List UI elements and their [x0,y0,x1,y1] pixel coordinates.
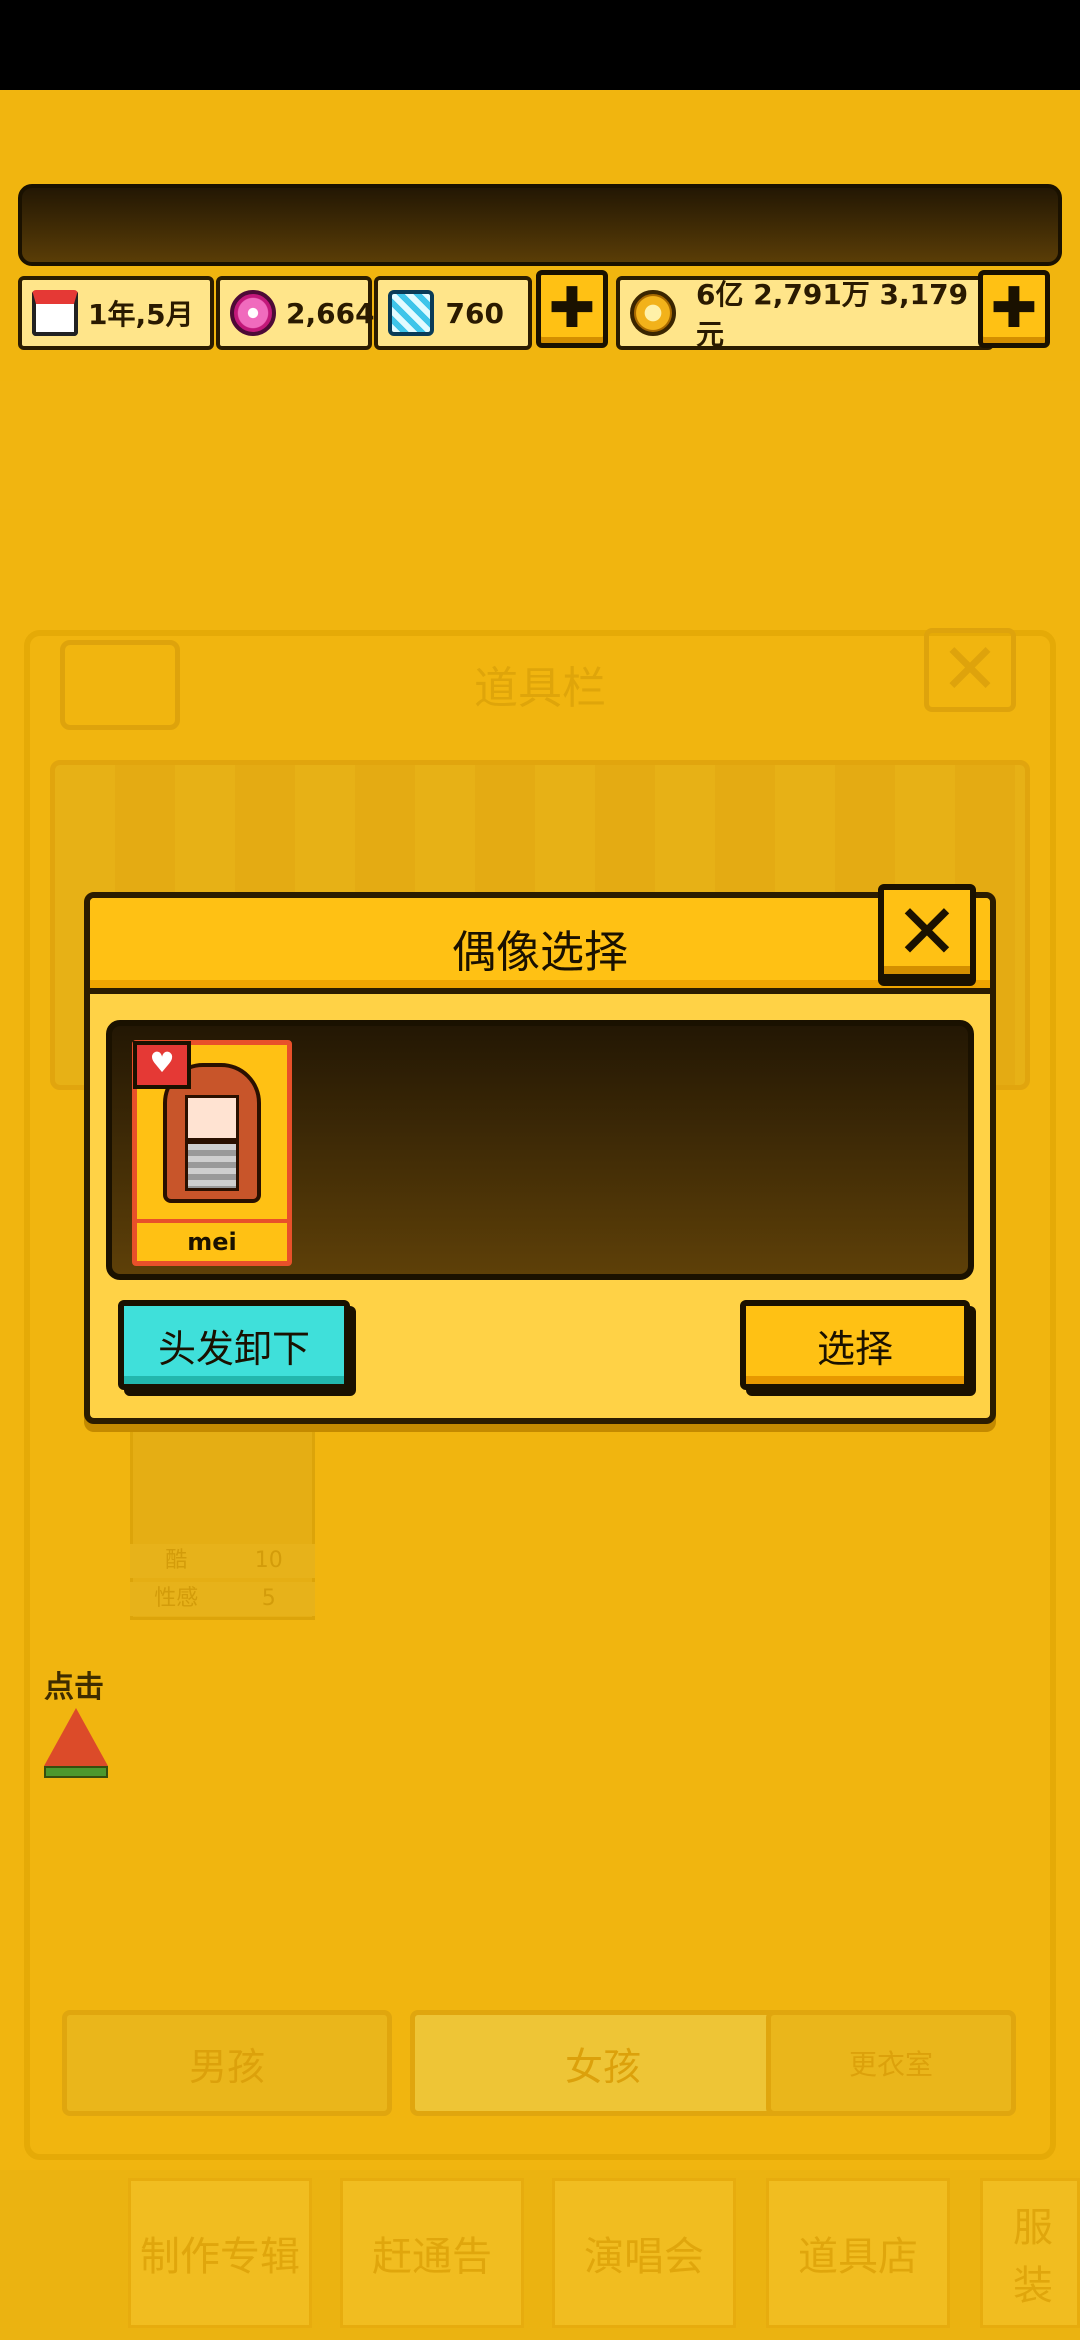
date-display: 1年,5月 [18,276,214,350]
money-value: 6亿 2,791万 3,179元 [696,278,969,351]
add-diamonds-button[interactable]: ✚ [536,270,608,348]
idol-dress [185,1141,239,1191]
heart-icon: ♥ [133,1041,191,1089]
pink-gem-icon [230,290,276,336]
dialog-title: 偶像选择 [452,927,628,978]
dialog-header: 偶像选择 [90,898,990,994]
idol-list: ♥ mei [106,1020,974,1280]
diamond-icon [388,290,434,336]
add-money-button[interactable]: ✚ [978,270,1050,348]
calendar-icon [32,290,78,336]
coin-icon [630,290,676,336]
diamond-display: 760 [374,276,532,350]
gem-value: 2,664 [286,296,375,330]
diamond-value: 760 [445,296,504,330]
idol-card[interactable]: ♥ mei [132,1040,292,1266]
date-value: 1年,5月 [88,298,194,331]
select-button[interactable]: 选择 [740,1300,970,1390]
header-banner [18,184,1062,266]
idol-face [185,1095,239,1141]
money-display: 6亿 2,791万 3,179元 [616,276,994,351]
gem-display: 2,664 [216,276,375,350]
idol-name: mei [137,1219,287,1261]
close-button[interactable]: ✕ [878,884,976,980]
remove-hair-button[interactable]: 头发卸下 [118,1300,350,1390]
idol-select-dialog: 偶像选择 ✕ ♥ mei 头发卸下 选择 [84,884,996,1424]
